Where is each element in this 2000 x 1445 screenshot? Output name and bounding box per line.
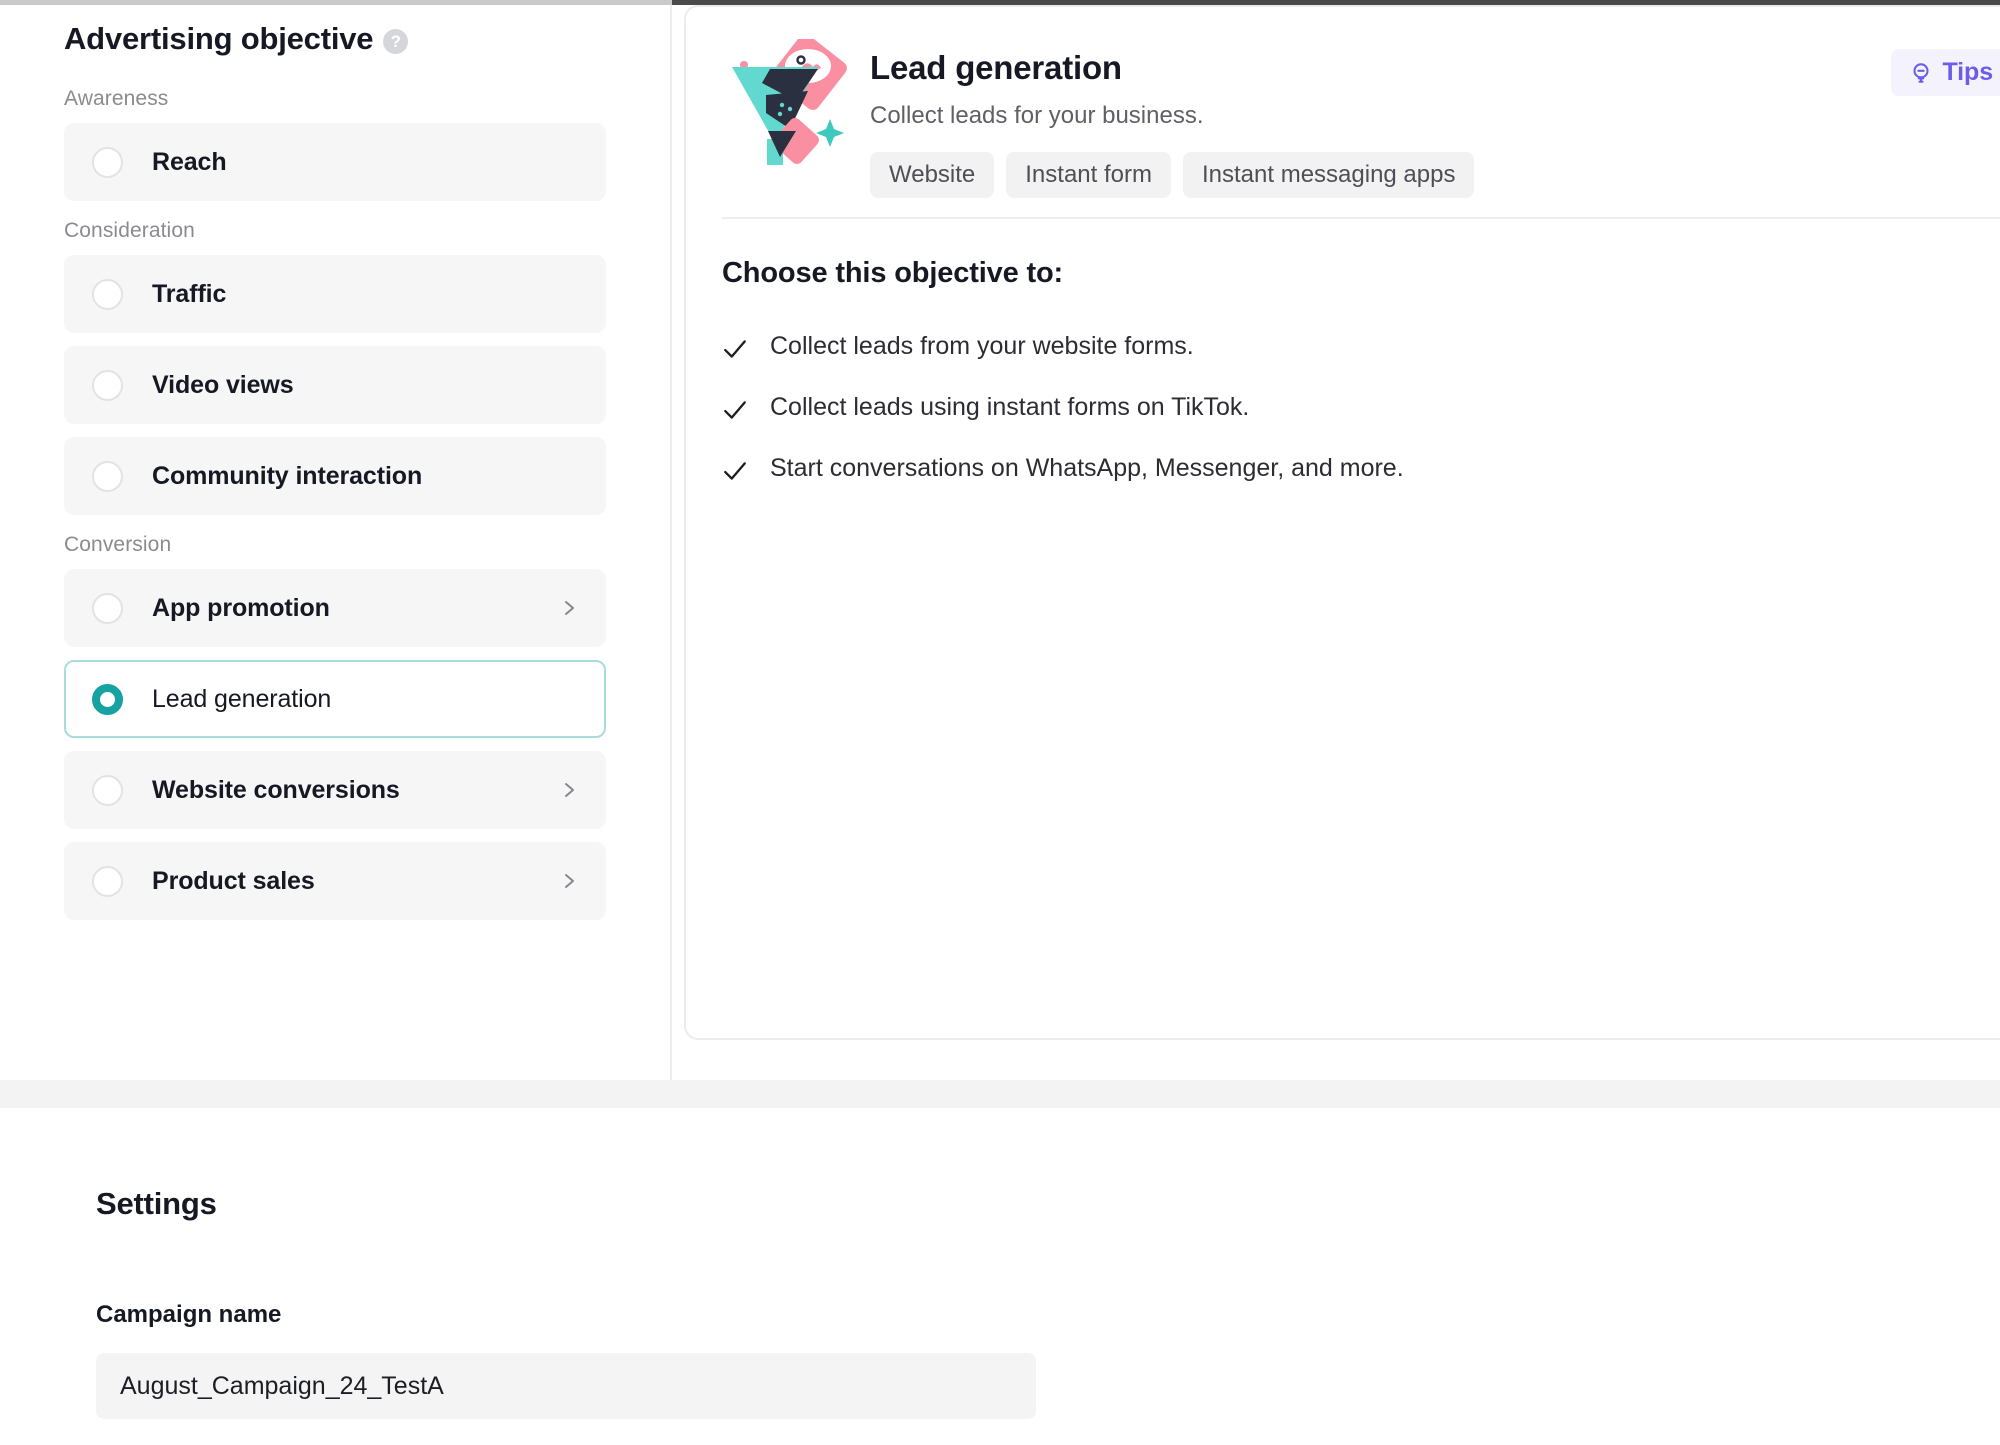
objective-option-website-conversions[interactable]: Website conversions	[64, 751, 606, 829]
objective-option-video-views[interactable]: Video views	[64, 346, 606, 424]
radio-unchecked-icon[interactable]	[92, 146, 123, 178]
tips-label: Tips	[1942, 58, 1993, 86]
lightbulb-icon	[1913, 62, 1929, 83]
objective-option-label: Traffic	[152, 279, 227, 308]
objective-chip[interactable]: Website	[870, 152, 995, 198]
detail-header: Lead generation Collect leads for your b…	[686, 7, 2000, 217]
radio-unchecked-icon[interactable]	[92, 460, 123, 492]
objective-type-chips: Website Instant form Instant messaging app…	[870, 152, 1475, 198]
detail-title: Lead generation	[870, 49, 1122, 86]
benefit-row: Collect leads using instant forms on Tik…	[722, 393, 2000, 423]
tips-button[interactable]: Tips	[1891, 49, 2000, 96]
radio-checked-icon[interactable]	[92, 683, 123, 715]
campaign-name-input[interactable]	[96, 1353, 1036, 1419]
benefit-text: Collect leads using instant forms on Tik…	[770, 393, 1250, 421]
detail-body: Choose this objective to: Collect leads …	[686, 219, 2000, 484]
objective-option-label: App promotion	[152, 593, 330, 622]
page-title: Advertising objective	[64, 21, 374, 56]
advertising-objective-section: Advertising objective ? Awareness Reach Co…	[0, 5, 2000, 1080]
radio-unchecked-icon[interactable]	[92, 865, 123, 897]
question-mark-icon[interactable]: ?	[383, 28, 409, 54]
objective-option-label: Lead generation	[152, 684, 332, 713]
benefit-row: Start conversations on WhatsApp, Messeng…	[722, 454, 2000, 484]
chevron-right-icon[interactable]	[561, 600, 577, 616]
chevron-right-icon[interactable]	[561, 873, 577, 889]
radio-unchecked-icon[interactable]	[92, 369, 123, 401]
campaign-creation-page: Advertising objective ? Awareness Reach Co…	[0, 0, 2000, 1445]
settings-section: Settings Campaign name	[0, 1108, 2000, 1445]
objective-option-label: Community interaction	[152, 461, 423, 490]
check-icon	[724, 462, 746, 480]
objective-chip[interactable]: Instant form	[1006, 152, 1171, 198]
check-icon	[724, 340, 746, 358]
radio-unchecked-icon[interactable]	[92, 278, 123, 310]
objective-option-lead-generation[interactable]: Lead generation	[64, 660, 606, 738]
campaign-name-label: Campaign name	[96, 1301, 282, 1328]
objective-option-community-interaction[interactable]: Community interaction	[64, 437, 606, 515]
lead-generation-funnel-illustration	[732, 39, 847, 165]
choose-objective-heading: Choose this objective to:	[722, 257, 1064, 289]
objective-option-traffic[interactable]: Traffic	[64, 255, 606, 333]
benefit-row: Collect leads from your website forms.	[722, 332, 2000, 362]
objective-option-label: Product sales	[152, 866, 315, 895]
detail-subtitle: Collect leads for your business.	[870, 102, 1204, 129]
objective-option-reach[interactable]: Reach	[64, 123, 606, 201]
benefit-text: Collect leads from your website forms.	[770, 332, 1194, 360]
objective-chip[interactable]: Instant messaging apps	[1182, 152, 1475, 198]
benefit-list: Collect leads from your website forms. Co…	[722, 332, 2000, 484]
objective-option-product-sales[interactable]: Product sales	[64, 842, 606, 920]
settings-title: Settings	[96, 1186, 217, 1221]
objective-group-label: Conversion	[64, 533, 172, 556]
detail-head-text: Lead generation Collect leads for your b…	[870, 49, 1475, 198]
section-separator	[0, 1080, 2000, 1108]
objective-option-app-promotion[interactable]: App promotion	[64, 569, 606, 647]
radio-unchecked-icon[interactable]	[92, 592, 123, 624]
objective-group-label: Awareness	[64, 87, 169, 110]
check-icon	[724, 401, 746, 419]
objective-sidebar: Advertising objective ? Awareness Reach Co…	[0, 5, 672, 1080]
radio-unchecked-icon[interactable]	[92, 774, 123, 806]
objective-option-label: Website conversions	[152, 775, 400, 804]
chevron-right-icon[interactable]	[561, 782, 577, 798]
benefit-text: Start conversations on WhatsApp, Messeng…	[770, 454, 1404, 482]
objective-groups: Awareness Reach Consideration Traffic Video …	[64, 87, 606, 920]
objective-detail-card: Lead generation Collect leads for your b…	[684, 5, 2000, 1040]
objective-option-label: Video views	[152, 370, 294, 399]
objective-title-row: Advertising objective ?	[64, 5, 606, 67]
objective-group-label: Consideration	[64, 219, 195, 242]
objective-option-label: Reach	[152, 147, 227, 176]
